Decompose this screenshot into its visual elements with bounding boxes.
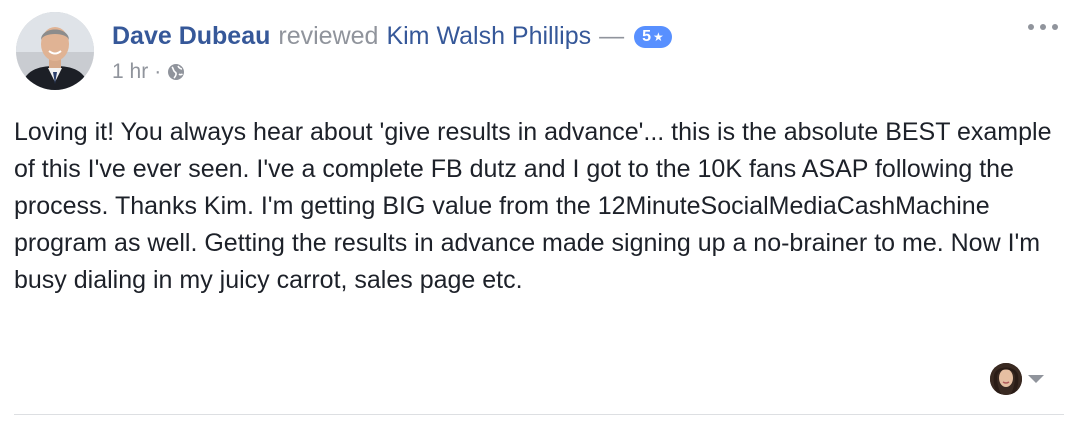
more-dot: [1028, 24, 1034, 30]
page-name-link[interactable]: Kim Walsh Phillips: [386, 18, 591, 54]
post-meta: 1 hr ·: [112, 58, 185, 86]
more-dot: [1052, 24, 1058, 30]
chevron-down-icon: [1028, 375, 1044, 383]
rating-badge: 5 ★: [634, 26, 672, 48]
post-timestamp-link[interactable]: 1 hr: [112, 60, 148, 84]
more-options-icon[interactable]: [1028, 18, 1058, 36]
author-name-link[interactable]: Dave Dubeau: [112, 18, 270, 54]
review-post: Dave Dubeau reviewed Kim Walsh Phillips …: [0, 0, 1078, 422]
rating-value: 5: [642, 28, 652, 45]
reply-as-selector[interactable]: [990, 362, 1044, 396]
review-text: Loving it! You always hear about 'give r…: [14, 118, 1052, 294]
post-header: Dave Dubeau reviewed Kim Walsh Phillips …: [112, 18, 672, 54]
meta-separator: ·: [154, 60, 162, 83]
bottom-divider: [14, 414, 1064, 415]
star-icon: ★: [653, 30, 664, 44]
review-action-text: reviewed: [278, 22, 379, 50]
header-dash: —: [599, 22, 625, 50]
author-avatar[interactable]: [16, 12, 94, 90]
globe-icon[interactable]: [167, 63, 185, 81]
more-dot: [1040, 24, 1046, 30]
reply-avatar: [990, 363, 1022, 395]
